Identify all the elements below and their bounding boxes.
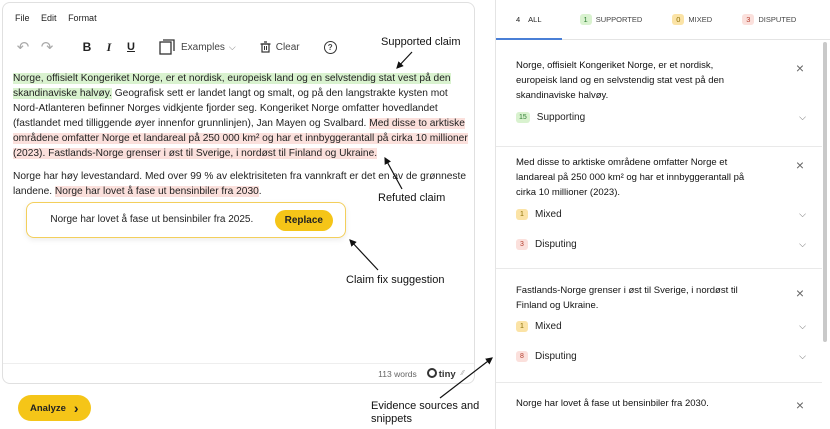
trash-icon[interactable]: [260, 41, 271, 53]
chevron-down-icon[interactable]: ⌵: [799, 112, 806, 123]
status-bar: 113 words tiny ⁄⁄: [3, 363, 474, 383]
evidence-label: Disputing: [535, 351, 577, 362]
tab-count: 1: [579, 14, 592, 25]
close-icon[interactable]: ×: [796, 285, 804, 301]
tab-all[interactable]: 4 ALL: [512, 14, 542, 25]
evidence-count: 8: [516, 351, 528, 362]
claim-card: Norge, offisielt Kongeriket Norge, er et…: [496, 40, 822, 147]
chevron-down-icon[interactable]: ⌵: [799, 239, 806, 250]
underline-button[interactable]: U: [125, 41, 137, 53]
evidence-count: 15: [516, 112, 530, 123]
menu-file[interactable]: File: [15, 13, 30, 23]
claim-text: Med disse to arktiske områdene omfatter …: [516, 157, 745, 198]
tab-label: MIXED: [688, 15, 713, 24]
tab-supported[interactable]: 1 SUPPORTED: [579, 14, 643, 25]
tab-count: 0: [672, 14, 685, 25]
replace-button[interactable]: Replace: [274, 209, 333, 231]
evidence-label: Mixed: [535, 321, 562, 332]
chevron-down-icon: ⌵: [228, 41, 236, 52]
chevron-down-icon[interactable]: ⌵: [799, 209, 806, 220]
annotation-refuted: Refuted claim: [378, 192, 446, 204]
refuted-claim-highlight[interactable]: Norge har lovet å fase ut bensinbiler fr…: [54, 186, 259, 197]
tiny-logo-text: tiny: [438, 368, 456, 380]
tiny-logo: tiny: [426, 367, 456, 380]
scrollbar[interactable]: [823, 42, 827, 342]
chevron-down-icon[interactable]: ⌵: [799, 351, 806, 362]
chevron-down-icon[interactable]: ⌵: [799, 321, 806, 332]
word-count: 113 words: [378, 368, 417, 379]
plain-text: .: [258, 186, 262, 197]
tab-label: ALL: [528, 15, 542, 24]
undo-icon[interactable]: ↶: [15, 38, 31, 56]
claim-text: Norge, offisielt Kongeriket Norge, er et…: [516, 60, 725, 101]
tab-label: SUPPORTED: [595, 15, 643, 24]
tab-count: 4: [512, 14, 525, 25]
analyze-label: Analyze: [30, 402, 66, 414]
redo-icon[interactable]: ↷: [39, 38, 55, 56]
tab-mixed[interactable]: 0 MIXED: [672, 14, 712, 25]
claim-card: Norge har lovet å fase ut bensinbiler fr…: [496, 383, 822, 429]
annotation-fix: Claim fix suggestion: [346, 274, 445, 286]
claim-card: Fastlands-Norge grenser i øst til Sverig…: [496, 269, 822, 383]
tiny-logo-icon: [426, 367, 437, 378]
close-icon[interactable]: ×: [796, 60, 804, 76]
claim-text: Fastlands-Norge grenser i øst til Sverig…: [516, 285, 738, 311]
evidence-count: 1: [516, 209, 528, 220]
italic-button[interactable]: I: [103, 40, 115, 55]
menu-edit[interactable]: Edit: [41, 13, 57, 23]
toolbar: ↶ ↷ B I U Examples ⌵ Clear ?: [15, 37, 337, 57]
claim-fix-popup: Norge har lovet å fase ut bensinbiler fr…: [26, 202, 346, 238]
fact-check-panel: 4 ALL 1 SUPPORTED 0 MIXED 3 DISPUTED Norge, …: [495, 0, 830, 429]
close-icon[interactable]: ×: [796, 157, 804, 173]
close-icon[interactable]: ×: [796, 397, 804, 413]
examples-label: Examples: [181, 41, 225, 53]
evidence-label: Mixed: [535, 209, 562, 220]
resize-handle-icon[interactable]: ⁄⁄: [462, 370, 464, 377]
template-icon[interactable]: [159, 39, 175, 55]
tab-count: 3: [742, 14, 755, 25]
help-icon[interactable]: ?: [323, 40, 337, 54]
evidence-row-disputing[interactable]: 3 Disputing ⌵: [516, 239, 806, 250]
evidence-row-supporting[interactable]: 15 Supporting ⌵: [516, 112, 806, 123]
menu-bar: File Edit Format: [15, 13, 106, 23]
help-glyph: ?: [327, 42, 333, 52]
evidence-count: 3: [516, 239, 528, 250]
paragraph: Norge, offisielt Kongeriket Norge, er et…: [13, 71, 471, 161]
evidence-label: Disputing: [535, 239, 577, 250]
tab-label: DISPUTED: [758, 15, 797, 24]
menu-format[interactable]: Format: [68, 13, 97, 23]
evidence-row-disputing[interactable]: 8 Disputing ⌵: [516, 351, 806, 362]
evidence-count: 1: [516, 321, 528, 332]
annotation-evidence: Evidence sources and snippets: [371, 400, 480, 425]
evidence-row-mixed[interactable]: 1 Mixed ⌵: [516, 209, 806, 220]
suggestion-text: Norge har lovet å fase ut bensinbiler fr…: [50, 214, 254, 225]
claim-text: Norge har lovet å fase ut bensinbiler fr…: [516, 398, 709, 409]
editor-content[interactable]: Norge, offisielt Kongeriket Norge, er et…: [13, 71, 471, 199]
filter-tabs: 4 ALL 1 SUPPORTED 0 MIXED 3 DISPUTED: [496, 0, 830, 40]
clear-button[interactable]: Clear: [276, 42, 300, 53]
bold-button[interactable]: B: [81, 40, 93, 54]
examples-dropdown[interactable]: Examples ⌵: [181, 42, 236, 53]
tab-disputed[interactable]: 3 DISPUTED: [742, 14, 796, 25]
claim-card: Med disse to arktiske områdene omfatter …: [496, 147, 822, 269]
analyze-button[interactable]: Analyze ›: [18, 395, 91, 421]
chevron-right-icon: ›: [73, 400, 79, 416]
evidence-row-mixed[interactable]: 1 Mixed ⌵: [516, 321, 806, 332]
evidence-label: Supporting: [536, 112, 586, 123]
annotation-supported: Supported claim: [381, 36, 461, 48]
